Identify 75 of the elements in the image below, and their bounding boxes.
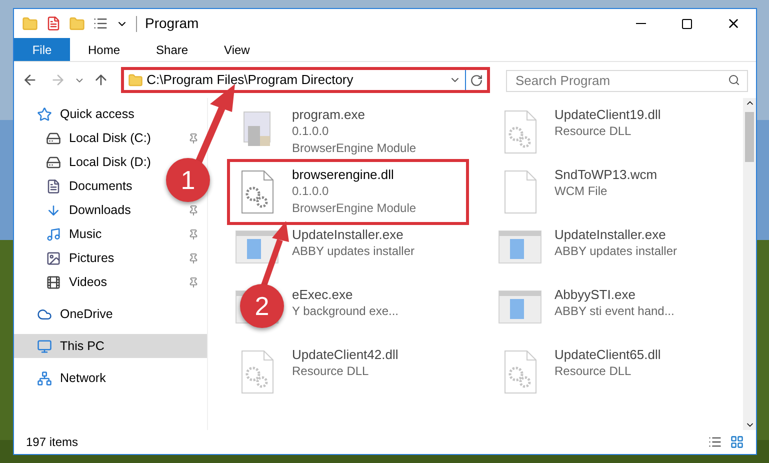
gear-file-icon	[240, 170, 274, 214]
search-field[interactable]: Search Program	[506, 70, 748, 92]
file-icon	[502, 170, 536, 214]
file-name[interactable]: browserengine.dll	[292, 166, 416, 183]
drive-icon	[46, 154, 61, 170]
file-detail: BrowserEngine Module	[292, 200, 416, 217]
view-icon[interactable]	[93, 16, 108, 31]
file-name[interactable]: UpdateInstaller.exe	[292, 226, 415, 243]
address-bar[interactable]: C:\Program Files\Program Directory	[120, 67, 490, 93]
application-window-icon	[498, 290, 542, 324]
file-name[interactable]: UpdateClient19.dll	[554, 106, 661, 123]
refresh-icon[interactable]	[470, 74, 484, 86]
minimize-icon	[636, 23, 646, 24]
download-icon	[46, 202, 61, 218]
file-name[interactable]: eExec.exe	[292, 286, 399, 303]
sidebar-item[interactable]: OneDrive	[60, 304, 113, 324]
file-detail: BrowserEngine Module	[292, 140, 416, 157]
sidebar-item[interactable]: Documents	[69, 176, 132, 196]
picture-icon	[46, 250, 61, 266]
sidebar-item[interactable]: Network	[60, 368, 106, 388]
file-name[interactable]: program.exe	[292, 106, 416, 123]
sidebar-item[interactable]: Local Disk (C:)	[69, 128, 151, 148]
file-name[interactable]: UpdateClient42.dll	[292, 346, 398, 363]
gear-file-icon	[502, 110, 536, 154]
ribbon-tab[interactable]: Home	[70, 38, 138, 61]
network-icon	[37, 370, 52, 386]
film-icon	[46, 274, 61, 290]
sidebar-item[interactable]: Local Disk (D:)	[69, 152, 151, 172]
application-window-icon	[235, 230, 279, 264]
cloud-icon	[37, 306, 52, 322]
sidebar-item[interactable]: Downloads	[69, 200, 131, 220]
file-detail: WCM File	[554, 183, 608, 200]
file-name[interactable]: SndToWP13.wcm	[554, 166, 658, 183]
folder-icon	[22, 16, 38, 32]
scroll-thumb[interactable]	[745, 112, 754, 162]
file-detail: Resource DLL	[554, 123, 632, 140]
large-icons-view-icon[interactable]	[730, 435, 744, 449]
maximize-icon	[681, 18, 693, 30]
file-detail: ABBY sti event hand...	[554, 303, 674, 320]
star-icon	[37, 106, 52, 122]
gear-file-icon	[240, 350, 274, 394]
sidebar-item[interactable]: Quick access	[60, 104, 134, 124]
file-detail: Y background exe...	[292, 303, 399, 320]
file-name[interactable]: AbbyySTI.exe	[554, 286, 674, 303]
ribbon-tab[interactable]: View	[206, 38, 268, 61]
file-detail: 0.1.0.0	[292, 183, 330, 200]
search-icon	[728, 74, 740, 86]
details-view-icon[interactable]	[708, 435, 722, 449]
gear-file-icon	[502, 350, 536, 394]
file-detail: ABBY updates installer	[292, 243, 415, 260]
properties-icon[interactable]	[46, 16, 61, 31]
sidebar-item[interactable]: Videos	[69, 272, 107, 292]
sidebar-item[interactable]: This PC	[60, 336, 104, 356]
ribbon-tab[interactable]: File	[14, 38, 70, 61]
folder-icon	[128, 72, 143, 88]
scrollbar[interactable]	[743, 98, 756, 430]
file-name[interactable]: UpdateInstaller.exe	[554, 226, 678, 243]
back-icon[interactable]	[22, 72, 38, 88]
application-window-icon	[498, 230, 542, 264]
file-detail: Resource DLL	[292, 363, 370, 380]
file-detail: Resource DLL	[554, 363, 632, 380]
sidebar-item[interactable]: Music	[69, 224, 102, 244]
ribbon-tab[interactable]: Share	[138, 38, 206, 61]
document-icon	[46, 178, 61, 194]
window-title: Program	[145, 14, 199, 33]
monitor-icon	[37, 338, 52, 354]
file-detail: 0.1.0.0	[292, 123, 330, 140]
up-icon[interactable]	[92, 72, 109, 88]
drive-icon	[46, 130, 61, 146]
file-detail: ABBY updates installer	[554, 243, 678, 260]
sidebar-item[interactable]: Pictures	[69, 248, 114, 268]
item-count: 197 items	[26, 434, 78, 451]
address-path: C:\Program Files\Program Directory	[146, 71, 354, 90]
music-icon	[46, 226, 61, 242]
file-name[interactable]: UpdateClient65.dll	[554, 346, 661, 363]
